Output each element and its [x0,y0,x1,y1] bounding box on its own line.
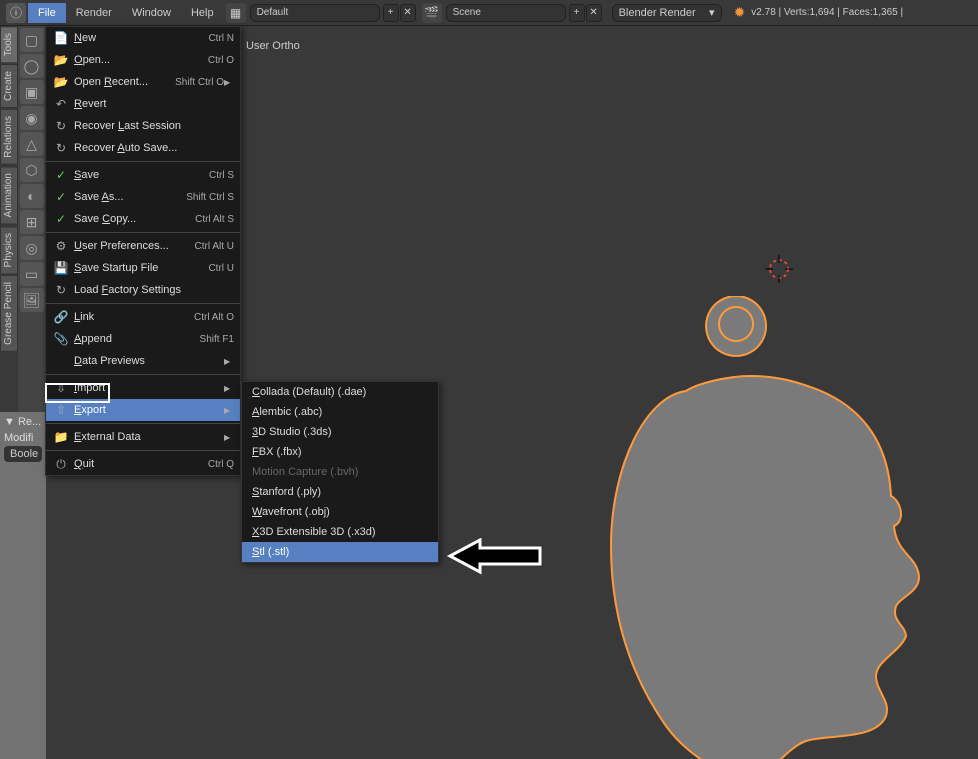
file-menu-user-preferences-[interactable]: ⚙User Preferences...Ctrl Alt U [46,235,240,257]
layout-dropdown[interactable]: Default [250,4,380,22]
modifier-label: Modifi [4,432,42,444]
tool-icon[interactable]: ▭ [20,262,44,286]
tab-animation[interactable]: Animation [0,166,18,224]
3d-cursor-icon [761,251,797,287]
file-menu-save-copy-[interactable]: ✓Save Copy...Ctrl Alt S [46,208,240,230]
file-menu-save-as-[interactable]: ✓Save As...Shift Ctrl S [46,186,240,208]
tab-tools[interactable]: Tools [0,26,18,63]
file-menu-recover-auto-save-[interactable]: ↻Recover Auto Save... [46,137,240,159]
tab-grease-pencil[interactable]: Grease Pencil [0,275,18,352]
operator-panel: ▼ Re... Modifi Boole [0,412,46,759]
export-3d-studio-3ds-[interactable]: 3D Studio (.3ds) [242,422,438,442]
file-menu-save-startup-file[interactable]: 💾Save Startup FileCtrl U [46,257,240,279]
scene-close-button[interactable]: ✕ [586,4,602,22]
scene-icon[interactable]: 🎬 [422,3,442,23]
tool-icon[interactable]: △ [20,132,44,156]
info-icon[interactable]: ⓘ [6,3,26,23]
export-submenu: Collada (Default) (.dae)Alembic (.abc)3D… [241,381,439,563]
file-menu-append[interactable]: 📎AppendShift F1 [46,328,240,350]
layout-add-button[interactable]: + [383,4,399,22]
viewport-label: User Ortho [246,40,300,52]
file-menu-open-[interactable]: 📂Open...Ctrl O [46,49,240,71]
mesh-object[interactable] [596,296,976,759]
tool-icon[interactable]: ▢ [20,28,44,52]
file-menu-open-recent-[interactable]: 📂Open Recent...Shift Ctrl O▶ [46,71,240,93]
file-menu-data-previews[interactable]: Data Previews▶ [46,350,240,372]
tool-icon[interactable]: ◉ [20,106,44,130]
export-x3d-extensible-3d-x3d-[interactable]: X3D Extensible 3D (.x3d) [242,522,438,542]
file-menu-revert[interactable]: ↶Revert [46,93,240,115]
tab-relations[interactable]: Relations [0,109,18,165]
file-menu-recover-last-session[interactable]: ↻Recover Last Session [46,115,240,137]
menu-window[interactable]: Window [122,3,181,23]
top-menu-bar: ⓘ File Render Window Help ▦ Default + ✕ … [0,0,978,26]
file-menu-import[interactable]: ⇩Import▶ [46,377,240,399]
file-menu-new[interactable]: 📄NewCtrl N [46,27,240,49]
panel-header[interactable]: ▼ Re... [4,416,42,428]
file-menu-load-factory-settings[interactable]: ↻Load Factory Settings [46,279,240,301]
layout-grid-icon[interactable]: ▦ [226,3,246,23]
tool-icon[interactable]: 🖼 [20,288,44,312]
file-menu-export[interactable]: ⇧Export▶ [46,399,240,421]
export-fbx-fbx-[interactable]: FBX (.fbx) [242,442,438,462]
scene-dropdown[interactable]: Scene [446,4,566,22]
tool-icon[interactable]: ▣ [20,80,44,104]
menu-render[interactable]: Render [66,3,122,23]
export-motion-capture-bvh-: Motion Capture (.bvh) [242,462,438,482]
tool-icon[interactable]: ⬡ [20,158,44,182]
export-wavefront-obj-[interactable]: Wavefront (.obj) [242,502,438,522]
menu-help[interactable]: Help [181,3,224,23]
modifier-value[interactable]: Boole [4,446,42,462]
tool-shelf-tabs: Tools Create Relations Animation Physics… [0,26,18,353]
file-menu-save[interactable]: ✓SaveCtrl S [46,164,240,186]
blender-logo-icon: ✹ [734,4,746,21]
layout-close-button[interactable]: ✕ [400,4,416,22]
tool-icon[interactable]: ⊞ [20,210,44,234]
tool-icon[interactable]: ◯ [20,54,44,78]
file-menu-external-data[interactable]: 📁External Data▶ [46,426,240,448]
tool-icon[interactable]: ◎ [20,236,44,260]
annotation-arrow-icon [445,538,545,578]
tab-physics[interactable]: Physics [0,226,18,274]
file-menu-quit[interactable]: ⏻QuitCtrl Q [46,453,240,475]
scene-add-button[interactable]: + [569,4,585,22]
export-alembic-abc-[interactable]: Alembic (.abc) [242,402,438,422]
export-stanford-ply-[interactable]: Stanford (.ply) [242,482,438,502]
tab-create[interactable]: Create [0,64,18,108]
file-menu-link[interactable]: 🔗LinkCtrl Alt O [46,306,240,328]
menu-file[interactable]: File [28,3,66,23]
tool-icon[interactable]: ◐ [20,184,44,208]
export-collada-default-dae-[interactable]: Collada (Default) (.dae) [242,382,438,402]
stats-text: v2.78 | Verts:1,694 | Faces:1,365 | [751,7,903,18]
export-stl-stl-[interactable]: Stl (.stl) [242,542,438,562]
file-menu-dropdown: 📄NewCtrl N📂Open...Ctrl O📂Open Recent...S… [45,26,241,476]
engine-dropdown[interactable]: Blender Render▾ [612,4,722,22]
